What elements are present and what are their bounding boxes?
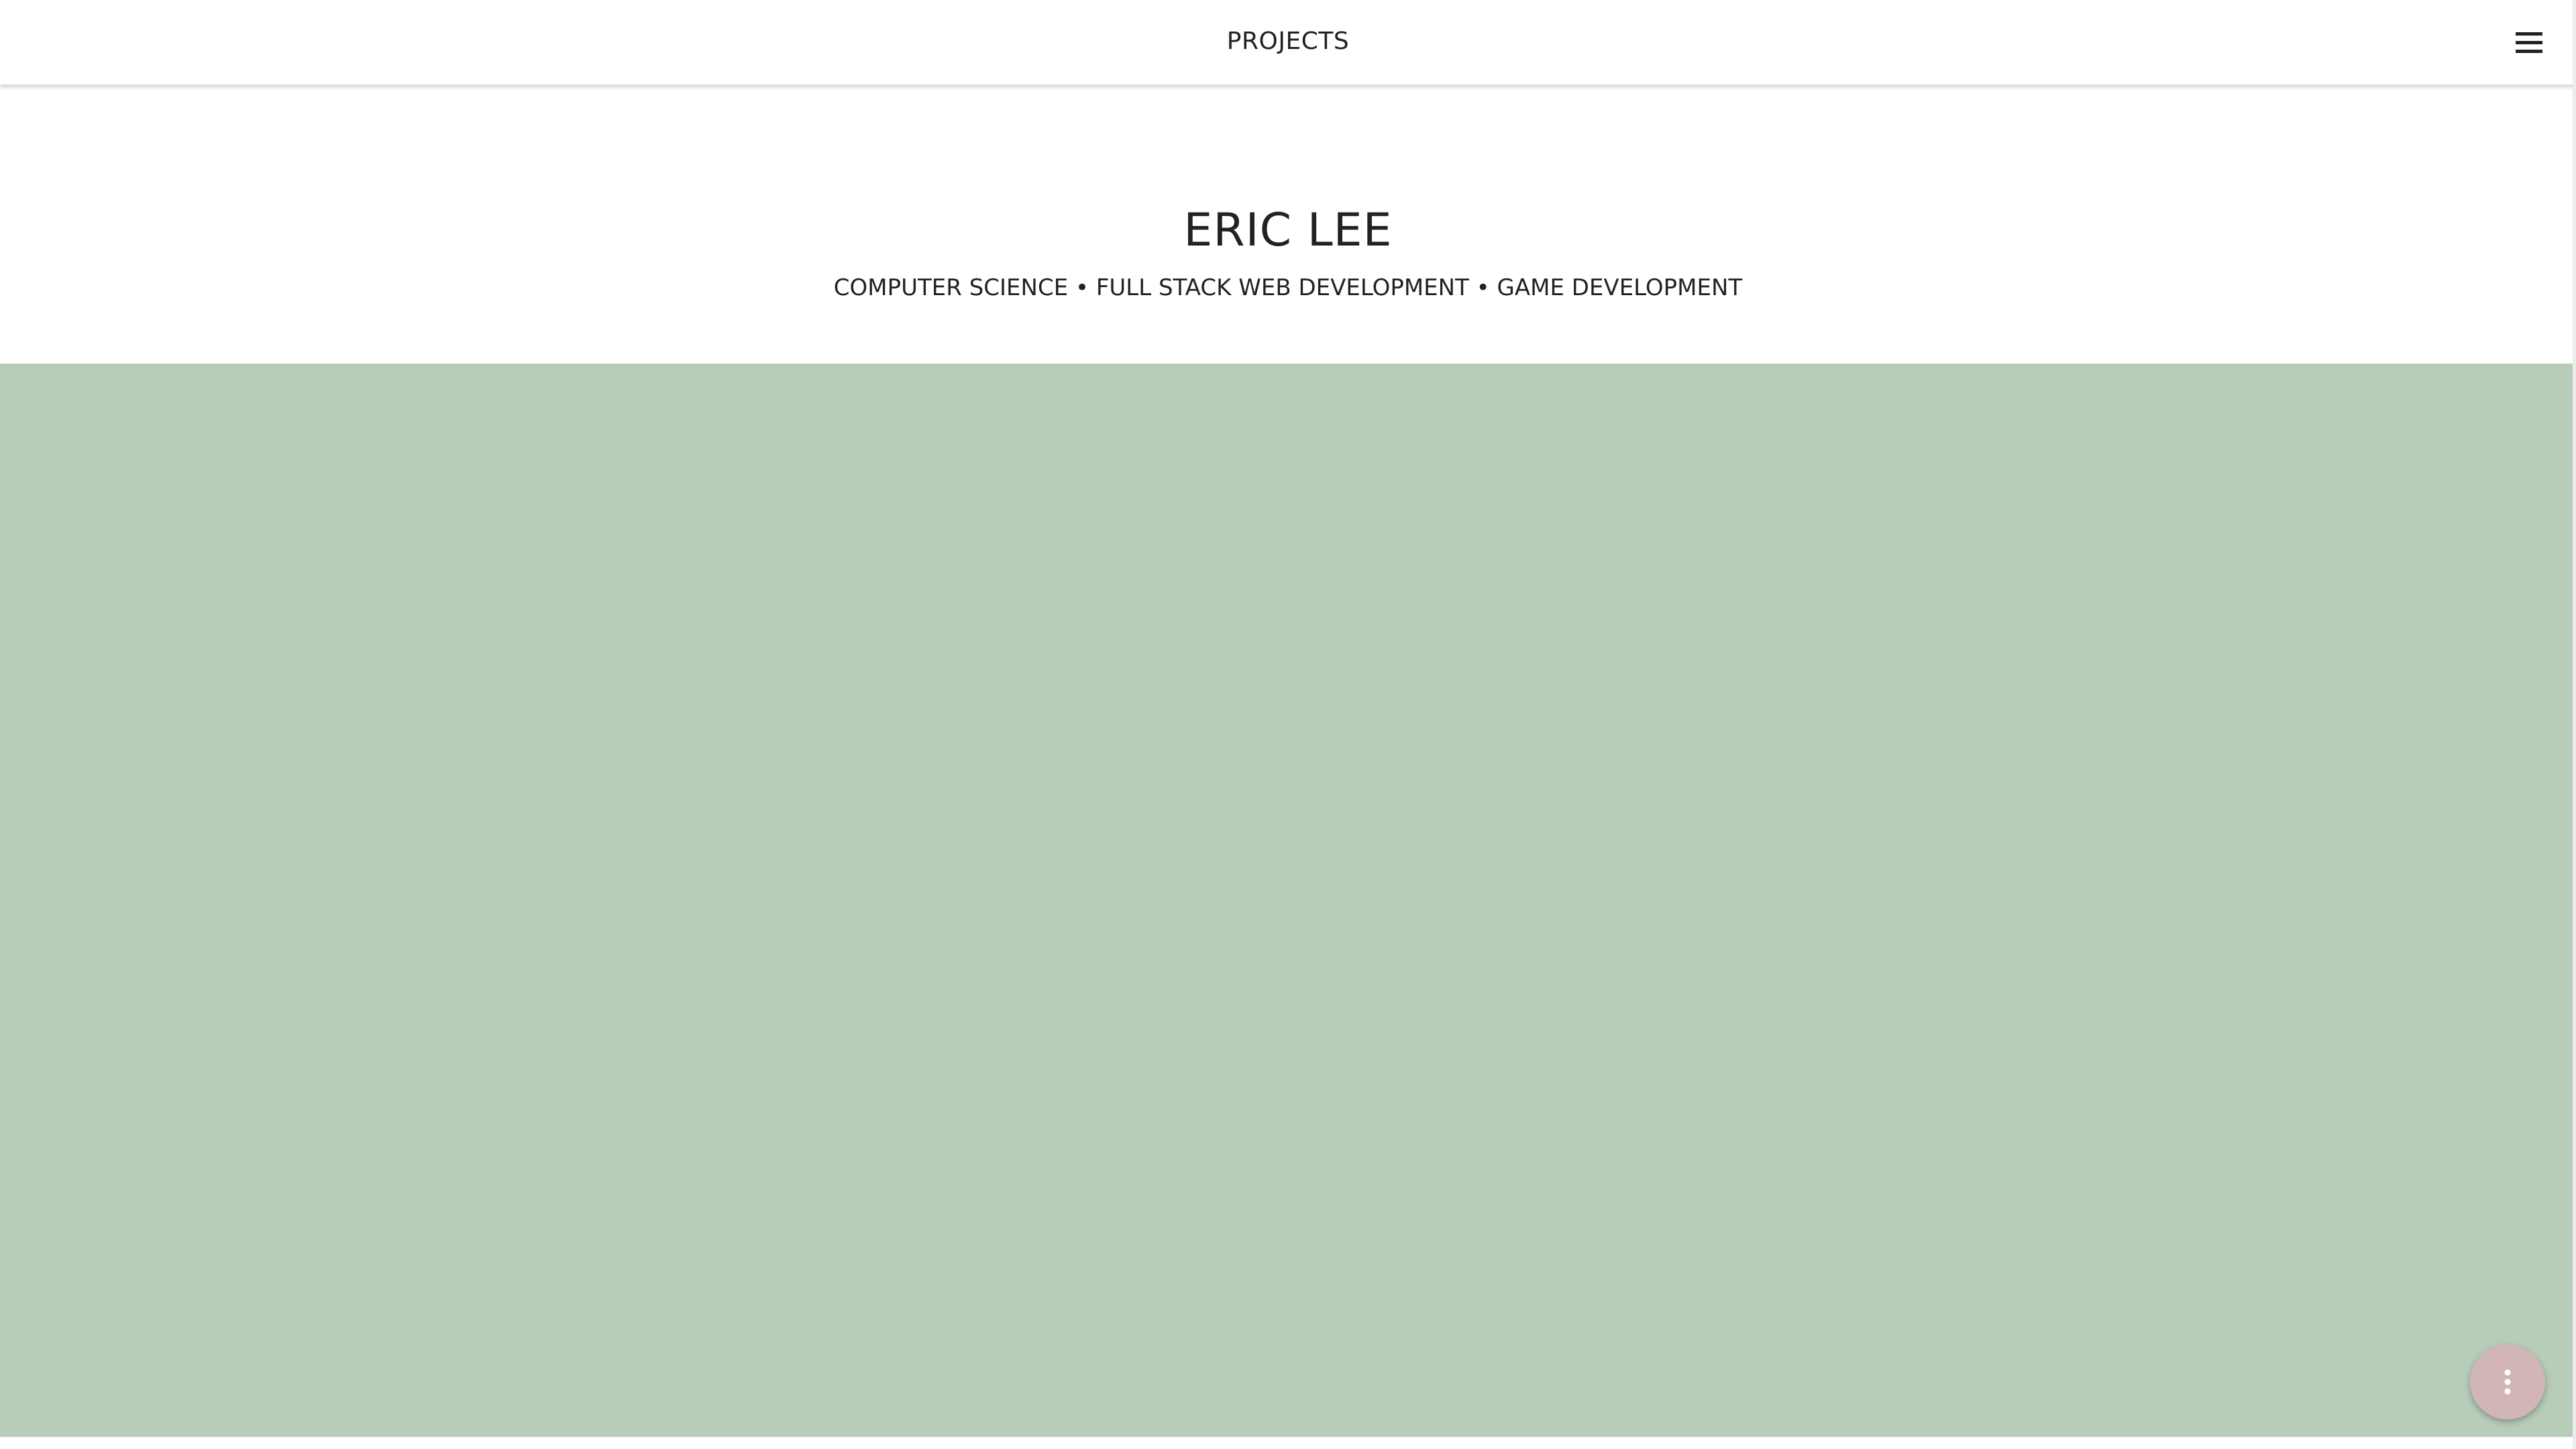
top-navigation-bar: PROJECTS <box>0 0 2576 85</box>
content-panel <box>0 364 2576 1437</box>
hamburger-menu-icon <box>2516 32 2542 53</box>
hero-tagline: COMPUTER SCIENCE • FULL STACK WEB DEVELO… <box>833 274 1743 301</box>
page-title[interactable]: PROJECTS <box>0 25 2576 58</box>
menu-button[interactable] <box>2510 27 2548 59</box>
more-vertical-icon <box>2504 1369 2511 1395</box>
hero-name: ERIC LEE <box>1183 204 1393 257</box>
page: PROJECTS ERIC LEE COMPUTER SCIENCE • FUL… <box>0 0 2576 1449</box>
vertical-scrollbar[interactable] <box>2573 0 2576 1449</box>
more-options-button[interactable] <box>2470 1344 2545 1419</box>
hero-section: ERIC LEE COMPUTER SCIENCE • FULL STACK W… <box>0 85 2576 364</box>
